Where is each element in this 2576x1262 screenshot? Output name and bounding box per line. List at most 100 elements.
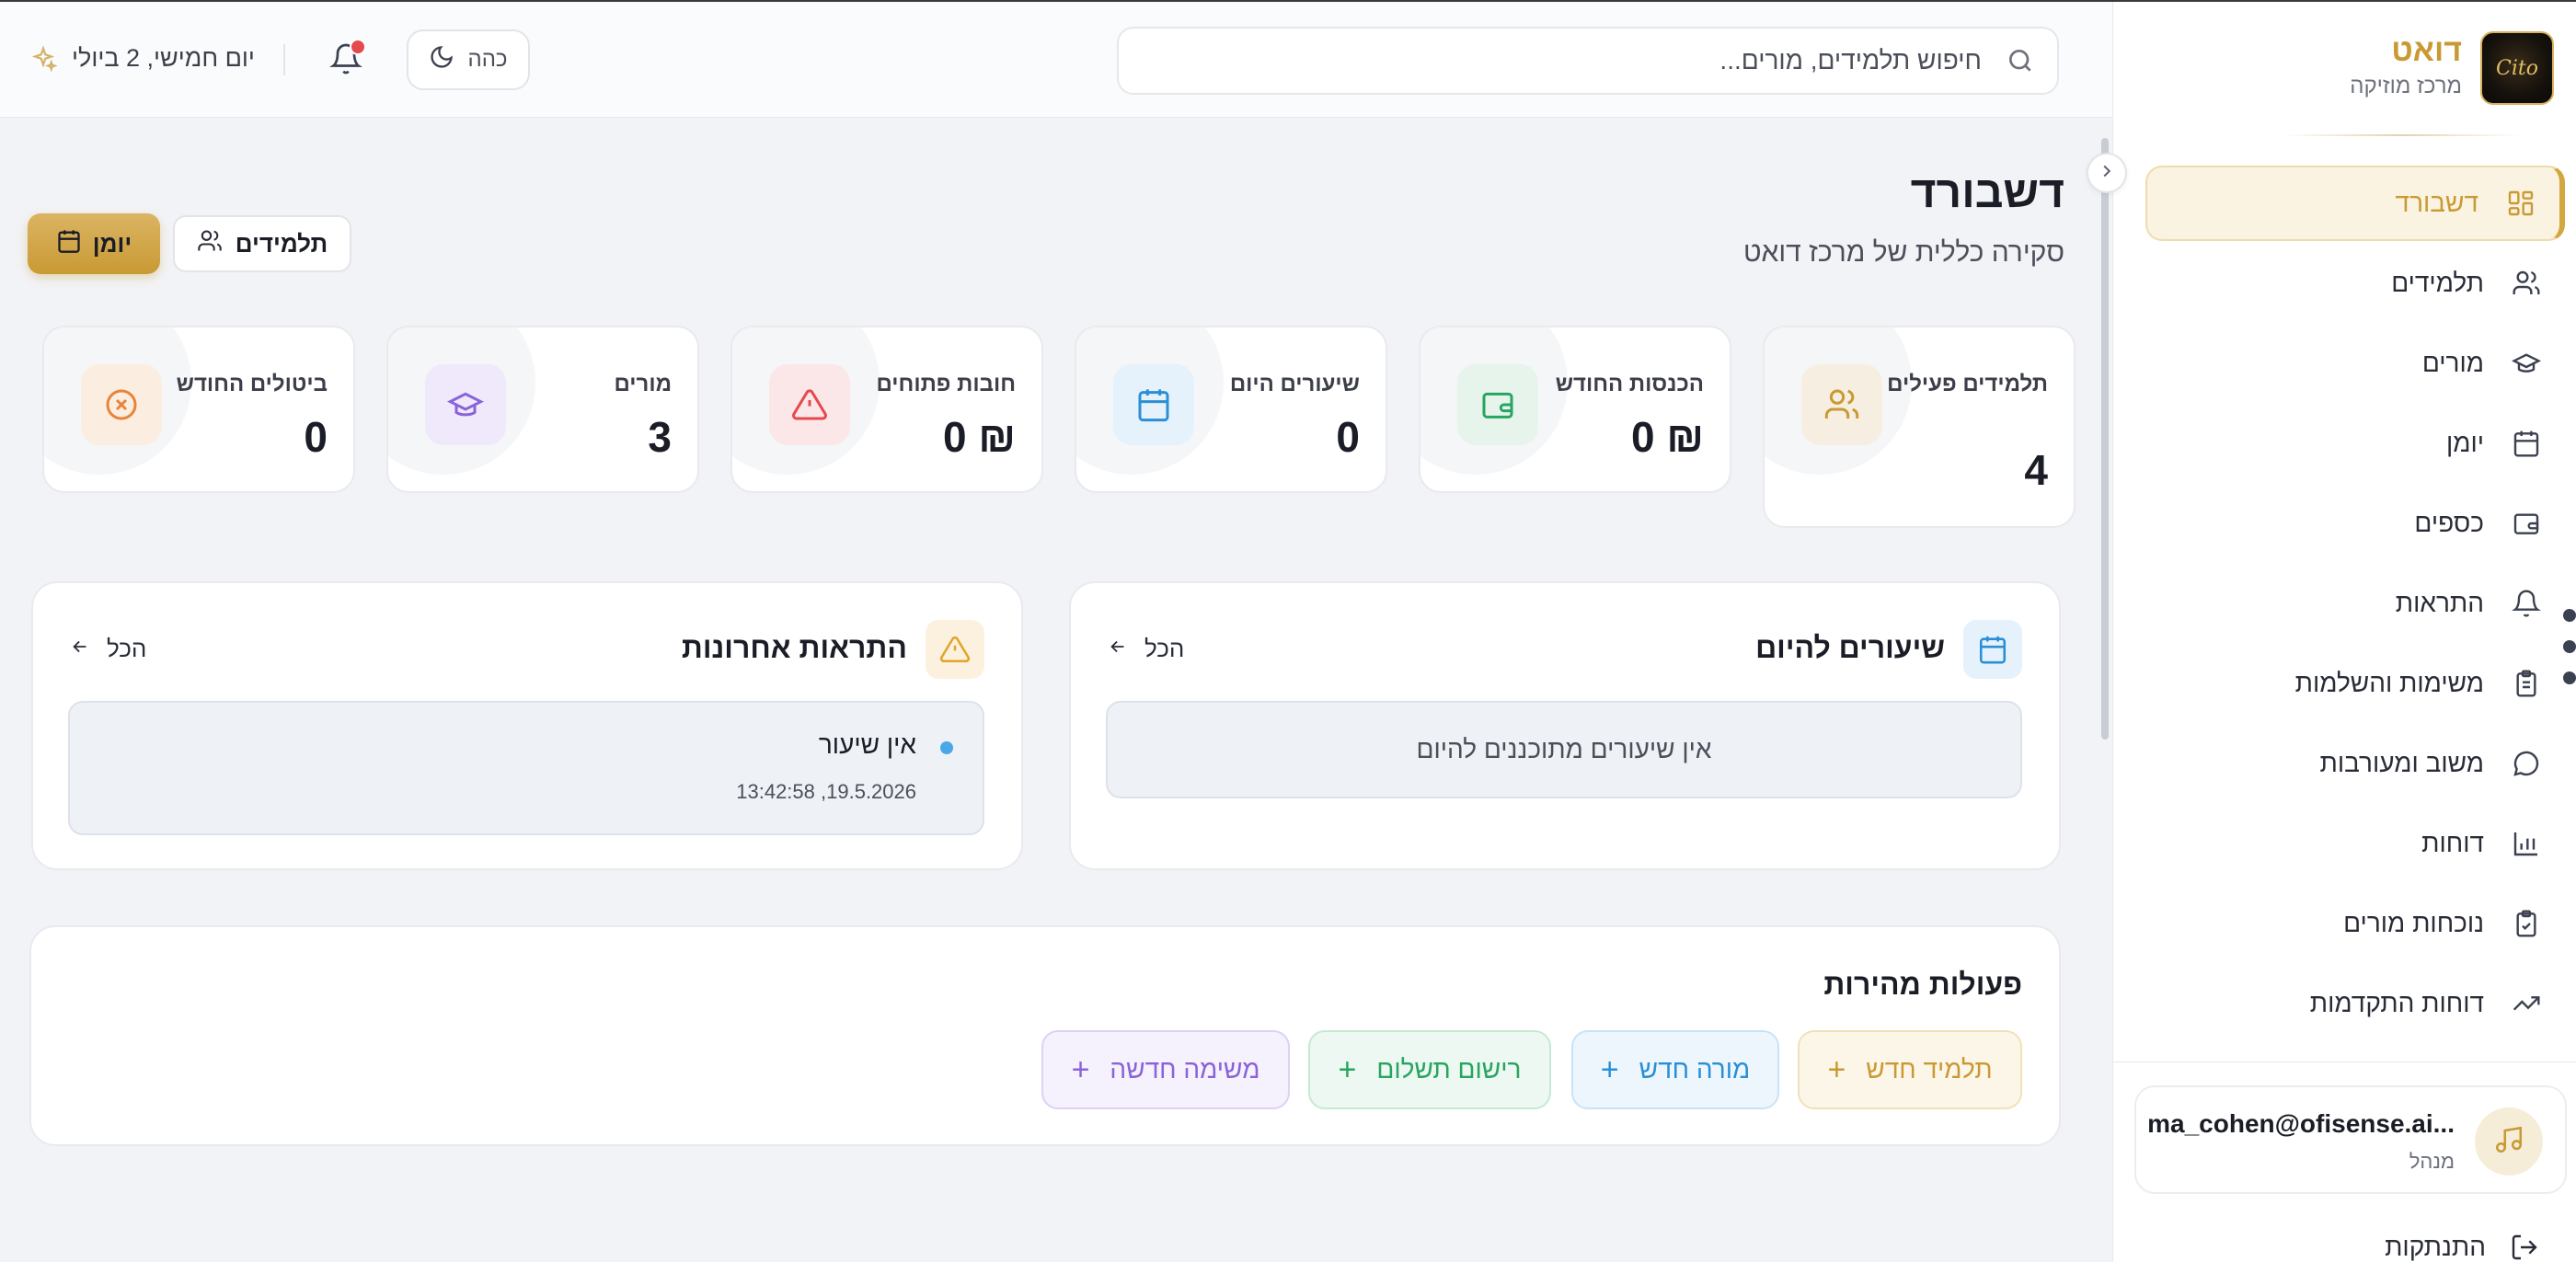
sidebar-item-dashboard[interactable]: דשבורד <box>2145 166 2565 241</box>
stat-label: ביטולים החודש <box>176 372 328 396</box>
moon-icon <box>429 44 454 76</box>
sidebar-collapse-button[interactable] <box>2087 153 2127 193</box>
graduation-cap-icon <box>2508 345 2545 382</box>
wallet-icon <box>2508 505 2545 542</box>
sidebar-item-label: יומן <box>2445 429 2484 457</box>
stat-card-open-debts[interactable]: חובות פתוחים ₪ 0 <box>730 326 1043 493</box>
sidebar-item-label: התראות <box>2395 589 2484 617</box>
arrow-left-icon <box>70 635 90 663</box>
graduation-cap-icon <box>425 364 506 445</box>
top-header: חיפוש תלמידים, מורים... כהה יום חמישי, 2… <box>0 2 2112 118</box>
view-all-label: הכל <box>107 635 147 662</box>
stat-value: ₪ 0 <box>1630 413 1704 461</box>
sidebar-item-tasks[interactable]: משימות והשלמות <box>2145 646 2565 721</box>
recent-alerts-panel: התראות אחרונות הכל אין שיעור 19.5.2026, … <box>31 581 1023 870</box>
x-circle-icon <box>81 364 162 445</box>
diary-button-label: יומן <box>92 229 132 258</box>
notification-badge <box>350 39 366 55</box>
stat-card-monthly-income[interactable]: הכנסות החודש ₪ 0 <box>1419 326 1731 493</box>
alert-list-item[interactable]: אין שיעור 19.5.2026, 13:42:58 <box>68 701 984 835</box>
wallet-icon <box>1457 364 1538 445</box>
stat-card-monthly-cancellations[interactable]: ביטולים החודש 0 <box>42 326 355 493</box>
search-placeholder: חיפוש תלמידים, מורים... <box>1719 46 1982 75</box>
sidebar-item-label: משימות והשלמות <box>2294 669 2484 697</box>
view-all-alerts-link[interactable]: הכל <box>70 635 146 663</box>
sidebar-item-reports[interactable]: דוחות <box>2145 806 2565 881</box>
brand-logo: Cito <box>2480 31 2554 105</box>
stat-card-teachers[interactable]: מורים 3 <box>386 326 699 493</box>
panel-title: התראות אחרונות <box>681 631 907 664</box>
search-icon <box>2002 44 2035 77</box>
sparkles-icon <box>29 44 57 73</box>
brand-divider <box>2282 134 2521 136</box>
scrollbar[interactable] <box>2101 138 2109 740</box>
sidebar-item-label: כספים <box>2414 509 2484 537</box>
stat-label: תלמידים פעילים <box>1887 372 2048 396</box>
new-teacher-button[interactable]: מורה חדש + <box>1571 1030 1779 1109</box>
sidebar-item-label: מורים <box>2421 349 2484 377</box>
user-divider <box>2112 1061 2576 1062</box>
stat-label: מורים <box>614 372 672 396</box>
user-card[interactable]: ma_cohen@ofisense.ai... מנהל <box>2134 1085 2567 1194</box>
notifications-button[interactable] <box>324 39 368 83</box>
students-button[interactable]: תלמידים <box>173 215 351 272</box>
brand[interactable]: Cito דואט מרכז מוזיקה <box>2134 29 2554 112</box>
new-task-button[interactable]: משימה חדשה + <box>1041 1030 1290 1109</box>
stat-value: 3 <box>648 413 672 461</box>
alert-triangle-icon <box>769 364 850 445</box>
stat-label: שיעורים היום <box>1229 372 1360 396</box>
logout-label: התנתקות <box>2385 1233 2486 1261</box>
diary-button[interactable]: יומן <box>28 213 160 274</box>
view-all-label: הכל <box>1144 635 1185 662</box>
theme-toggle-button[interactable]: כהה <box>407 29 530 90</box>
sidebar: Cito דואט מרכז מוזיקה דשבורד תלמידים מור… <box>2112 2 2576 1262</box>
lessons-empty-state: אין שיעורים מתוכננים להיום <box>1106 701 2022 798</box>
lessons-today-panel: שיעורים להיום הכל אין שיעורים מתוכננים ל… <box>1069 581 2061 870</box>
current-date: יום חמישי, 2 ביולי <box>29 44 255 73</box>
stat-card-active-students[interactable]: תלמידים פעילים 4 <box>1763 326 2076 528</box>
date-label: יום חמישי, 2 ביולי <box>72 44 255 72</box>
stat-value: 4 <box>2024 446 2048 494</box>
clipboard-list-icon <box>2508 665 2545 702</box>
plus-icon: + <box>1827 1051 1846 1087</box>
sidebar-item-students[interactable]: תלמידים <box>2145 246 2565 321</box>
unread-dot-icon <box>940 741 953 754</box>
stat-card-lessons-today[interactable]: שיעורים היום 0 <box>1075 326 1387 493</box>
stat-value: ₪ 0 <box>942 413 1016 461</box>
music-note-icon <box>2493 1124 2524 1160</box>
dashboard-grid-icon <box>2502 185 2539 222</box>
sidebar-item-calendar[interactable]: יומן <box>2145 406 2565 481</box>
sidebar-item-teachers[interactable]: מורים <box>2145 326 2565 401</box>
view-all-lessons-link[interactable]: הכל <box>1108 635 1184 663</box>
brand-subtitle: מרכז מוזיקה <box>2350 74 2462 98</box>
sidebar-item-finance[interactable]: כספים <box>2145 486 2565 561</box>
sidebar-item-progress-reports[interactable]: דוחות התקדמות <box>2145 966 2565 1041</box>
plus-icon: + <box>1071 1051 1090 1087</box>
calendar-icon <box>1963 620 2022 679</box>
sidebar-item-teacher-attendance[interactable]: נוכחות מורים <box>2145 886 2565 961</box>
brand-name: דואט <box>2391 33 2462 68</box>
bell-icon <box>2508 585 2545 622</box>
new-student-button[interactable]: תלמיד חדש + <box>1798 1030 2022 1109</box>
sidebar-item-feedback[interactable]: משוב ומעורבות <box>2145 726 2565 801</box>
sidebar-item-label: תלמידים <box>2391 269 2484 297</box>
sidebar-item-label: דוחות <box>2421 829 2484 857</box>
stat-value: 0 <box>1336 413 1360 461</box>
record-payment-button[interactable]: רישום תשלום + <box>1308 1030 1551 1109</box>
theme-label: כהה <box>467 47 508 72</box>
plus-icon: + <box>1600 1051 1619 1087</box>
logout-button[interactable]: התנתקות <box>2385 1229 2543 1262</box>
brand-logo-text: Cito <box>2496 56 2538 80</box>
search-input[interactable]: חיפוש תלמידים, מורים... <box>1117 27 2059 95</box>
clipboard-check-icon <box>2508 905 2545 942</box>
users-icon <box>197 228 223 260</box>
plus-icon: + <box>1338 1051 1357 1087</box>
chat-bubble-icon <box>2508 745 2545 782</box>
stat-label: הכנסות החודש <box>1555 372 1704 396</box>
sidebar-item-alerts[interactable]: התראות <box>2145 566 2565 641</box>
quick-actions-panel: פעולות מהירות תלמיד חדש + מורה חדש + ריש… <box>29 925 2061 1146</box>
users-icon <box>2508 265 2545 302</box>
sidebar-nav: דשבורד תלמידים מורים יומן כספים התראות מ… <box>2145 166 2565 1046</box>
chevron-right-icon <box>2097 161 2117 186</box>
panel-title: שיעורים להיום <box>1755 631 1945 664</box>
